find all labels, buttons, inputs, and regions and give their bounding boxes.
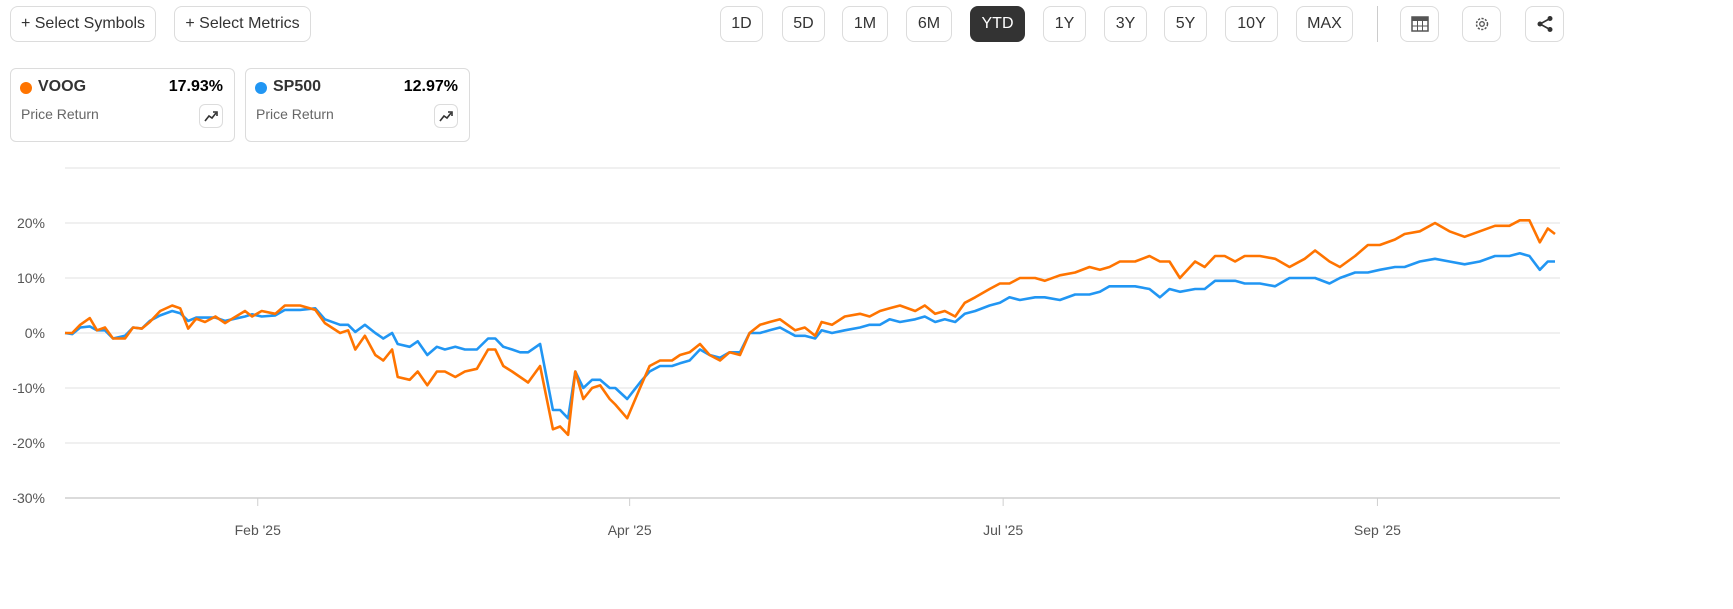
range-button-1m[interactable]: 1M [842, 6, 888, 42]
table-icon [1410, 16, 1429, 32]
range-button-1d[interactable]: 1D [720, 6, 763, 42]
y-tick-label: 0% [25, 325, 45, 341]
settings-button[interactable] [1462, 6, 1501, 42]
trend-button[interactable] [199, 104, 223, 128]
legend-value: 17.93% [168, 78, 223, 95]
range-button-6m[interactable]: 6M [906, 6, 952, 42]
share-icon [1537, 16, 1552, 32]
range-button-ytd[interactable]: YTD [970, 6, 1025, 42]
x-tick-label: Jul '25 [983, 522, 1023, 538]
range-button-5d[interactable]: 5D [782, 6, 825, 42]
range-button-max[interactable]: MAX [1296, 6, 1353, 42]
range-button-10y[interactable]: 10Y [1225, 6, 1278, 42]
range-button-1y[interactable]: 1Y [1043, 6, 1086, 42]
trend-icon [439, 111, 453, 122]
range-button-3y[interactable]: 3Y [1104, 6, 1147, 42]
y-tick-label: 10% [17, 270, 45, 286]
select-symbols-button[interactable]: + Select Symbols [10, 6, 156, 42]
series-color-dot [20, 82, 32, 94]
range-button-5y[interactable]: 5Y [1164, 6, 1207, 42]
legend-symbol: SP500 [273, 78, 322, 95]
legend-card-voog[interactable]: VOOG 17.93% Price Return [10, 68, 235, 142]
legend-card-sp500[interactable]: SP500 12.97% Price Return [245, 68, 470, 142]
legend-metric: Price Return [21, 106, 99, 122]
legend-value: 12.97% [403, 78, 458, 95]
y-tick-label: -30% [12, 490, 45, 506]
table-view-button[interactable] [1400, 6, 1439, 42]
x-tick-label: Apr '25 [608, 522, 652, 538]
toolbar-divider [1377, 6, 1378, 42]
y-tick-label: 20% [17, 215, 45, 231]
x-tick-label: Sep '25 [1354, 522, 1401, 538]
gear-icon [1475, 17, 1488, 31]
y-tick-label: -20% [12, 435, 45, 451]
series-line-sp500 [64, 252, 1555, 420]
select-metrics-button[interactable]: + Select Metrics [174, 6, 311, 42]
x-tick-label: Feb '25 [235, 522, 281, 538]
legend-metric: Price Return [256, 106, 334, 122]
y-tick-label: -10% [12, 380, 45, 396]
trend-button[interactable] [434, 104, 458, 128]
series-color-dot [255, 82, 267, 94]
series-line-voog [65, 219, 1556, 437]
share-button[interactable] [1525, 6, 1564, 42]
trend-icon [204, 111, 218, 122]
legend-symbol: VOOG [38, 78, 87, 95]
